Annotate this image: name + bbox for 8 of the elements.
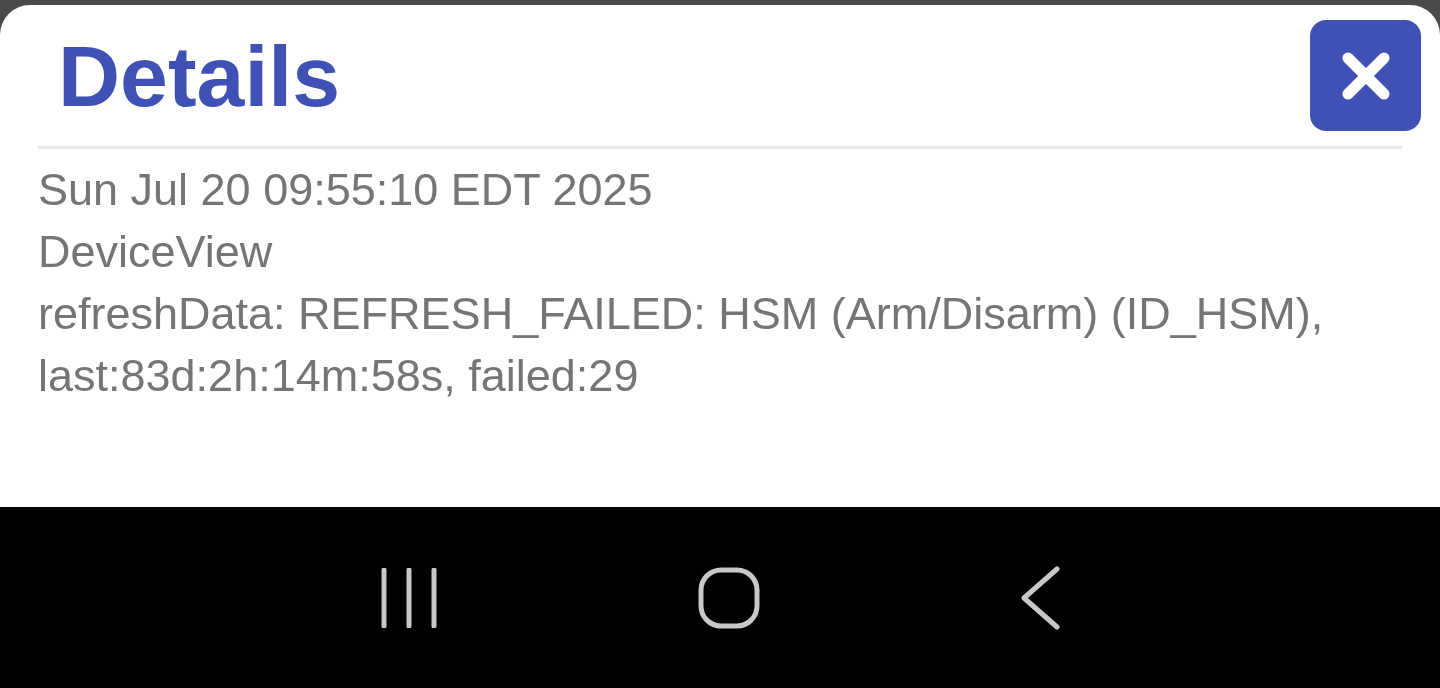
detail-text: Sun Jul 20 09:55:10 EDT 2025 xyxy=(38,163,654,217)
detail-text: DeviceView xyxy=(38,225,274,279)
back-icon[interactable] xyxy=(1018,565,1061,630)
dialog-title: Details xyxy=(58,29,341,124)
close-button[interactable] xyxy=(1310,20,1421,131)
detail-text: refreshData: REFRESH_FAILED: HSM (Arm/Disarm) (ID_HSM), last:83d:2h:14m:58s, failed:29 xyxy=(38,287,1325,403)
recent-apps-icon[interactable] xyxy=(379,567,440,628)
home-icon[interactable] xyxy=(698,566,760,629)
